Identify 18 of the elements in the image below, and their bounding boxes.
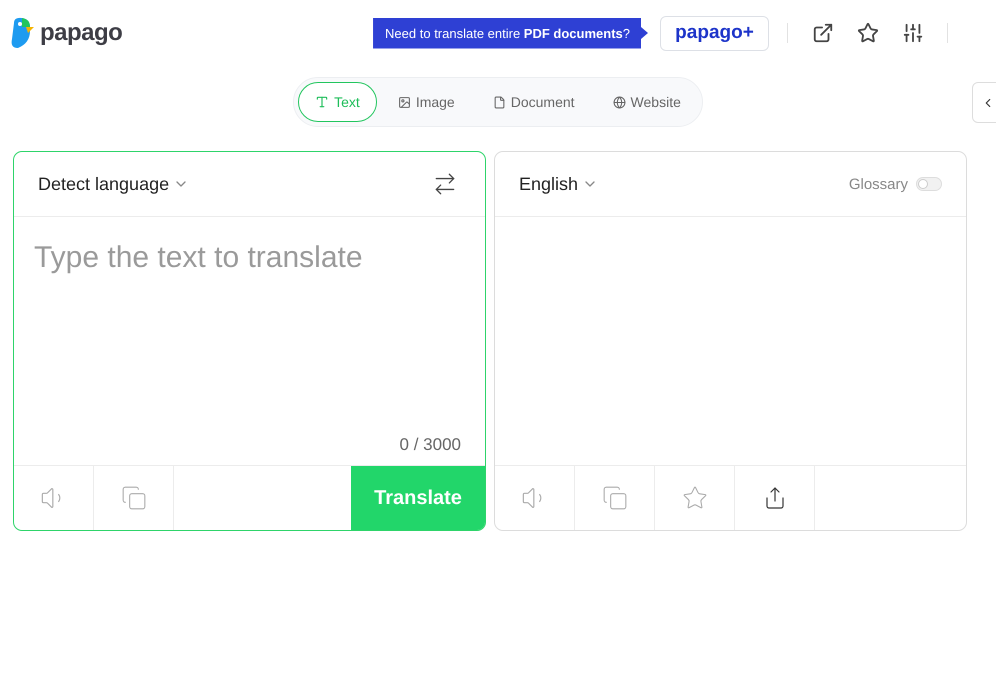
mode-tab[interactable]: Website xyxy=(596,82,698,122)
mode-tab[interactable]: Image xyxy=(380,82,472,122)
promo-banner[interactable]: Need to translate entire PDF documents? xyxy=(373,18,648,48)
logo-text: papago xyxy=(40,19,122,47)
language-dropdown[interactable]: Detect language xyxy=(38,174,190,194)
language-dropdown[interactable]: English xyxy=(519,174,598,194)
image-icon xyxy=(398,96,411,108)
collapse-button[interactable] xyxy=(972,82,996,123)
parrot-logo-icon xyxy=(10,17,34,49)
source-panel[interactable]: Detect language Type the text to translate 0 / 3000 Translate xyxy=(13,151,486,531)
mode-tab[interactable]: Document xyxy=(476,82,592,122)
glossary-label: Glossary xyxy=(848,176,908,192)
papago-plus-button[interactable]: papago+ xyxy=(660,16,769,50)
globe-icon xyxy=(612,96,626,108)
character-counter: 0 / 3000 xyxy=(400,435,461,455)
glossary-toggle[interactable] xyxy=(916,177,942,191)
text-icon xyxy=(315,95,330,109)
document-icon xyxy=(492,96,506,108)
